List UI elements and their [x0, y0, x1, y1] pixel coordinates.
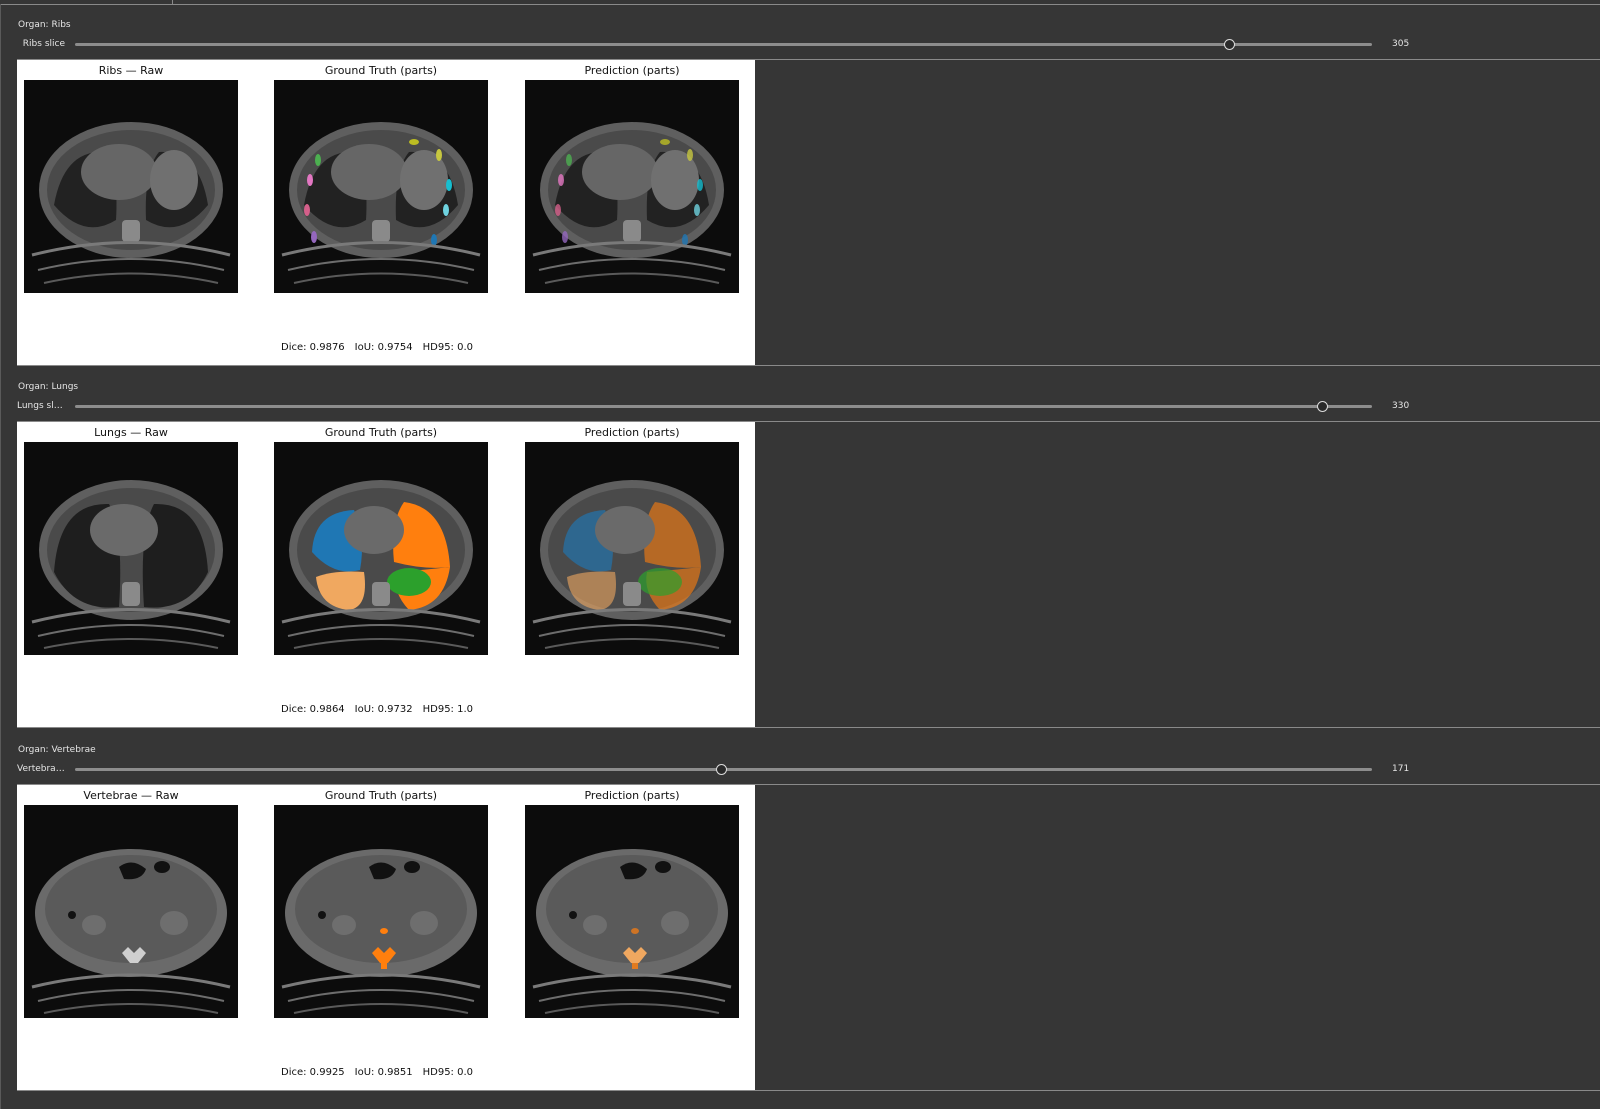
- slice-slider[interactable]: [75, 39, 1372, 50]
- ground-truth-overlay-image: [274, 442, 488, 655]
- organ-label: Organ: Ribs: [18, 20, 71, 30]
- slice-slider[interactable]: [75, 401, 1372, 412]
- dice-score: Dice: 0.9876: [281, 342, 345, 353]
- ground-truth-title: Ground Truth (parts): [324, 789, 438, 802]
- prediction-title: Prediction (parts): [584, 64, 680, 77]
- left-border: [0, 4, 1, 1109]
- ground-truth-overlay-image: [274, 805, 488, 1018]
- prediction-title: Prediction (parts): [584, 426, 680, 439]
- prediction-title: Prediction (parts): [584, 789, 680, 802]
- iou-score: IoU: 0.9732: [354, 704, 413, 715]
- raw-title: Lungs — Raw: [94, 426, 168, 439]
- top-toolbar-strip: [0, 0, 1600, 5]
- slice-slider-value: 171: [1392, 764, 1410, 774]
- figure: Lungs — Raw Ground Truth (parts) Predict…: [17, 422, 755, 728]
- iou-score: IoU: 0.9754: [354, 342, 413, 353]
- prediction-overlay-image: [525, 442, 739, 655]
- output-area: Ribs — Raw Ground Truth (parts) Predicti…: [17, 60, 1600, 366]
- divider: [17, 365, 1600, 366]
- slice-slider-handle[interactable]: [1224, 39, 1235, 50]
- output-area: Lungs — Raw Ground Truth (parts) Predict…: [17, 422, 1600, 728]
- divider: [17, 1090, 1600, 1091]
- dice-score: Dice: 0.9925: [281, 1067, 345, 1078]
- slice-slider-label: Lungs slice: [17, 401, 65, 411]
- slice-slider-handle[interactable]: [716, 764, 727, 775]
- ground-truth-title: Ground Truth (parts): [324, 64, 438, 77]
- ground-truth-title: Ground Truth (parts): [324, 426, 438, 439]
- organ-label: Organ: Vertebrae: [18, 745, 96, 755]
- hd95-score: HD95: 0.0: [422, 342, 474, 353]
- divider: [17, 727, 1600, 728]
- slice-slider[interactable]: [75, 764, 1372, 775]
- raw-title: Ribs — Raw: [98, 64, 164, 77]
- slice-slider-handle[interactable]: [1317, 401, 1328, 412]
- metrics-text: Dice: 0.9876 IoU: 0.9754 HD95: 0.0: [281, 342, 483, 353]
- ground-truth-overlay-image: [274, 80, 488, 293]
- organ-label: Organ: Lungs: [18, 382, 79, 392]
- raw-ct-image: [24, 442, 238, 655]
- hd95-score: HD95: 0.0: [422, 1067, 474, 1078]
- dice-score: Dice: 0.9864: [281, 704, 345, 715]
- raw-title: Vertebrae — Raw: [83, 789, 179, 802]
- prediction-overlay-image: [525, 805, 739, 1018]
- raw-ct-image: [24, 80, 238, 293]
- slice-slider-label: Vertebrae ...: [17, 764, 65, 774]
- iou-score: IoU: 0.9851: [354, 1067, 413, 1078]
- prediction-overlay-image: [525, 80, 739, 293]
- metrics-text: Dice: 0.9864 IoU: 0.9732 HD95: 1.0: [281, 704, 483, 715]
- hd95-score: HD95: 1.0: [422, 704, 474, 715]
- figure: Vertebrae — Raw Ground Truth (parts) Pre…: [17, 785, 755, 1091]
- output-area: Vertebrae — Raw Ground Truth (parts) Pre…: [17, 785, 1600, 1091]
- slice-slider-value: 305: [1392, 39, 1410, 49]
- slice-slider-label: Ribs slice: [22, 39, 65, 49]
- raw-ct-image: [24, 805, 238, 1018]
- toolbar-divider: [172, 0, 173, 4]
- slice-slider-value: 330: [1392, 401, 1410, 411]
- metrics-text: Dice: 0.9925 IoU: 0.9851 HD95: 0.0: [281, 1067, 483, 1078]
- figure: Ribs — Raw Ground Truth (parts) Predicti…: [17, 60, 755, 366]
